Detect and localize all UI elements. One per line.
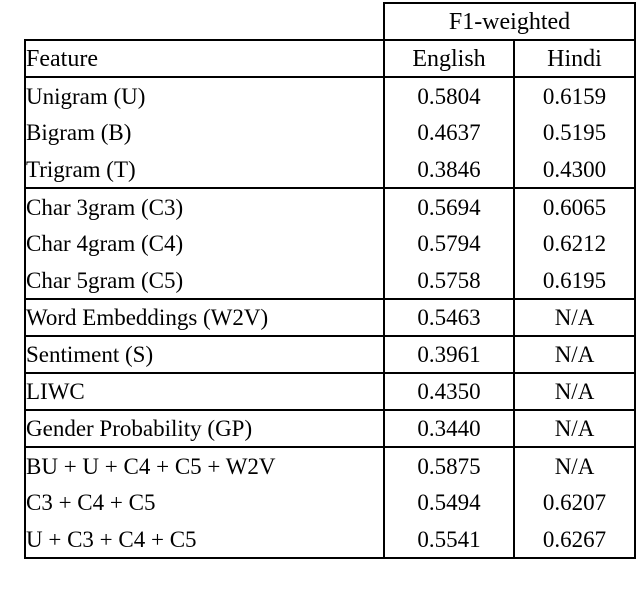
table-header-row-metric: F1-weighted — [25, 2, 636, 41]
table-row: Char 3gram (C3) 0.5694 0.6065 — [24, 187, 636, 225]
table-row: Unigram (U) 0.5804 0.6159 — [24, 76, 636, 114]
cell-english-score: 0.5758 — [384, 262, 515, 299]
cell-hindi-score: 0.6267 — [514, 521, 636, 559]
cell-english-score: 0.4350 — [384, 372, 515, 410]
cell-english-score: 0.3846 — [384, 151, 515, 188]
cell-hindi-score: 0.5195 — [514, 114, 636, 151]
cell-feature: Char 4gram (C4) — [24, 225, 385, 262]
header-corner-blank — [25, 3, 384, 40]
header-col-hindi: Hindi — [514, 40, 636, 78]
cell-hindi-score: 0.6212 — [514, 225, 636, 262]
cell-feature: LIWC — [24, 372, 385, 410]
cell-hindi-score: 0.6065 — [514, 187, 636, 225]
cell-feature: Char 3gram (C3) — [24, 187, 385, 225]
table-row: U + C3 + C4 + C5 0.5541 0.6267 — [24, 521, 636, 559]
table-row: Char 5gram (C5) 0.5758 0.6195 — [24, 262, 636, 299]
cell-hindi-score: 0.4300 — [514, 151, 636, 188]
cell-feature: Gender Probability (GP) — [24, 409, 385, 447]
cell-english-score: 0.5804 — [384, 76, 515, 114]
table-header: F1-weighted Feature English Hindi — [24, 2, 636, 78]
cell-hindi-score: N/A — [514, 446, 636, 484]
table-row: Char 4gram (C4) 0.5794 0.6212 — [24, 225, 636, 262]
table-header-row-columns: Feature English Hindi — [24, 39, 636, 78]
cell-english-score: 0.5494 — [384, 484, 515, 521]
table-row: C3 + C4 + C5 0.5494 0.6207 — [24, 484, 636, 521]
cell-english-score: 0.5694 — [384, 187, 515, 225]
table-row: Trigram (T) 0.3846 0.4300 — [24, 151, 636, 188]
cell-english-score: 0.5541 — [384, 521, 515, 559]
cell-hindi-score: N/A — [514, 372, 636, 410]
cell-feature: Sentiment (S) — [24, 335, 385, 373]
header-col-english: English — [384, 40, 515, 78]
header-group-f1-weighted: F1-weighted — [383, 2, 636, 41]
cell-hindi-score: N/A — [514, 335, 636, 373]
table-row: Word Embeddings (W2V) 0.5463 N/A — [24, 298, 636, 336]
cell-hindi-score: N/A — [514, 409, 636, 447]
table-row: BU + U + C4 + C5 + W2V 0.5875 N/A — [24, 446, 636, 484]
cell-feature: U + C3 + C4 + C5 — [24, 521, 385, 559]
cell-hindi-score: 0.6207 — [514, 484, 636, 521]
table-row: Gender Probability (GP) 0.3440 N/A — [24, 409, 636, 447]
cell-english-score: 0.3440 — [384, 409, 515, 447]
results-table: F1-weighted Feature English Hindi Unigra… — [24, 2, 636, 559]
cell-feature: Bigram (B) — [24, 114, 385, 151]
results-table-container: F1-weighted Feature English Hindi Unigra… — [24, 2, 636, 559]
cell-feature: C3 + C4 + C5 — [24, 484, 385, 521]
cell-feature: Char 5gram (C5) — [24, 262, 385, 299]
cell-english-score: 0.4637 — [384, 114, 515, 151]
cell-feature: Unigram (U) — [24, 76, 385, 114]
cell-english-score: 0.5875 — [384, 446, 515, 484]
table-body: Unigram (U) 0.5804 0.6159 Bigram (B) 0.4637 0… — [24, 76, 636, 559]
table-row: Sentiment (S) 0.3961 N/A — [24, 335, 636, 373]
cell-english-score: 0.5794 — [384, 225, 515, 262]
cell-hindi-score: 0.6195 — [514, 262, 636, 299]
cell-feature: Trigram (T) — [24, 151, 385, 188]
cell-feature: BU + U + C4 + C5 + W2V — [24, 446, 385, 484]
cell-english-score: 0.3961 — [384, 335, 515, 373]
header-col-feature: Feature — [24, 39, 385, 78]
table-row: Bigram (B) 0.4637 0.5195 — [24, 114, 636, 151]
table-row: LIWC 0.4350 N/A — [24, 372, 636, 410]
cell-hindi-score: N/A — [514, 298, 636, 336]
cell-feature: Word Embeddings (W2V) — [24, 298, 385, 336]
cell-hindi-score: 0.6159 — [514, 76, 636, 114]
cell-english-score: 0.5463 — [384, 298, 515, 336]
